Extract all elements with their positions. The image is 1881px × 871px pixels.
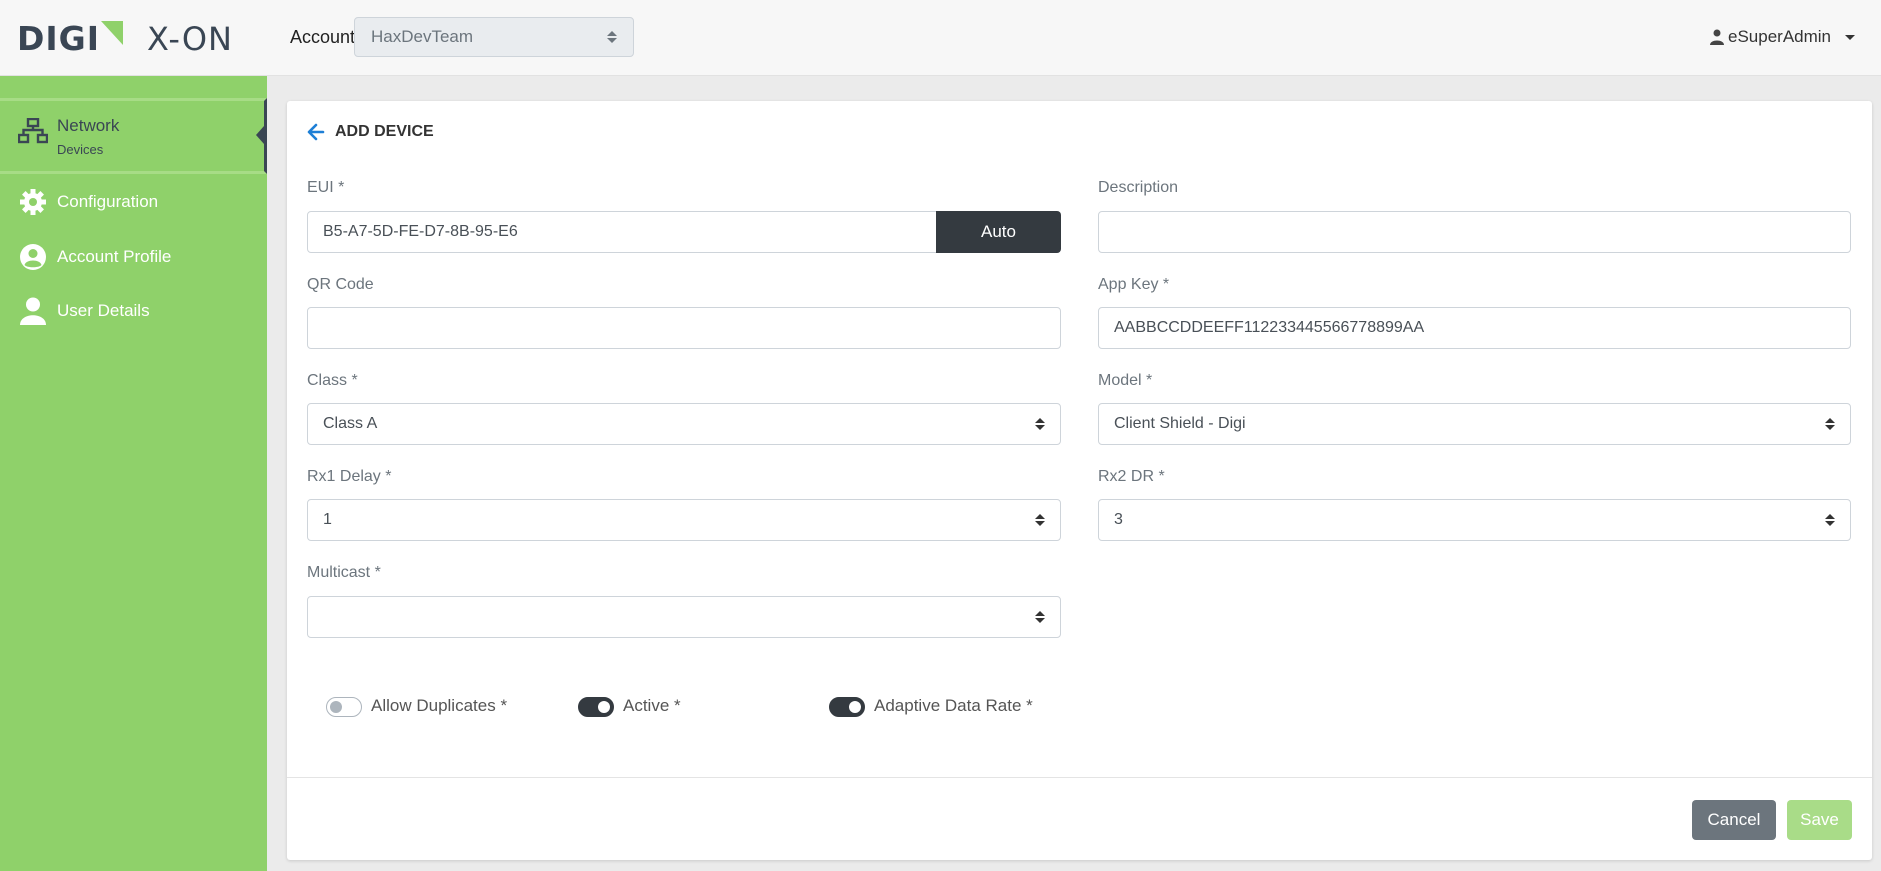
qr-code-label: QR Code [307,276,374,293]
sort-icon [1825,418,1835,430]
toggle-knob [330,701,342,713]
rx1-delay-select[interactable]: 1 [307,499,1061,541]
page-title: ADD DEVICE [307,123,434,141]
multicast-label: Multicast * [307,564,381,581]
active-label: Active * [623,696,681,715]
allow-duplicates-label: Allow Duplicates * [371,696,508,715]
app-key-field[interactable]: AABBCCDDEEFF112233445566778899AA [1098,307,1851,349]
sidebar-item-label: Account Profile [57,247,172,266]
user-icon [1710,29,1724,45]
logo-digi-text: DIGI [17,19,101,58]
class-value: Class A [323,415,378,432]
account-select-value: HaxDevTeam [371,27,474,46]
toggle-knob [849,701,861,713]
sidebar-item-label: Configuration [57,192,159,211]
description-label: Description [1098,179,1179,196]
user-icon [18,296,48,326]
model-select[interactable]: Client Shield - Digi [1098,403,1851,445]
user-menu[interactable]: eSuperAdmin [1710,27,1856,47]
model-label: Model * [1098,372,1153,389]
account-label: Account [290,27,356,47]
account-select[interactable]: HaxDevTeam [354,17,634,57]
sidebar-item-label: Network [57,116,120,135]
user-circle-icon [18,242,48,272]
sort-icon [607,31,617,43]
sort-icon [1825,514,1835,526]
rx2-dr-label: Rx2 DR * [1098,468,1165,485]
class-select[interactable]: Class A [307,403,1061,445]
adaptive-data-rate-label: Adaptive Data Rate * [874,696,1033,715]
footer-divider [287,777,1872,778]
sort-icon [1035,611,1045,623]
rx2-dr-value: 3 [1114,511,1123,528]
sort-icon [1035,418,1045,430]
eui-label: EUI * [307,179,345,196]
rx2-dr-select[interactable]: 3 [1098,499,1851,541]
active-indicator-icon [256,126,264,144]
sidebar-item-label: User Details [57,301,150,320]
user-name: eSuperAdmin [1728,27,1832,46]
save-button[interactable]: Save [1787,800,1852,840]
rx1-delay-value: 1 [323,511,332,528]
page-title-text: ADD DEVICE [335,123,434,140]
logo-xon-text: X-ON [147,20,233,58]
multicast-select[interactable] [307,596,1061,638]
gear-icon [18,187,48,217]
sidebar-item-user-details[interactable]: User Details [18,296,150,326]
eui-field[interactable]: B5-A7-5D-FE-D7-8B-95-E6 [307,211,937,253]
add-device-card: ADD DEVICE EUI * B5-A7-5D-FE-D7-8B-95-E6… [287,101,1872,860]
class-label: Class * [307,372,358,389]
qr-code-field[interactable] [307,307,1061,349]
toggle-knob [598,701,610,713]
sidebar-item-account-profile[interactable]: Account Profile [18,242,171,272]
eui-value: B5-A7-5D-FE-D7-8B-95-E6 [323,223,518,240]
logo-triangle-icon [101,21,124,45]
model-value: Client Shield - Digi [1114,415,1246,432]
app-key-value: AABBCCDDEEFF112233445566778899AA [1114,319,1425,336]
sidebar-item-configuration[interactable]: Configuration [18,187,158,217]
active-toggle[interactable] [578,697,614,717]
auto-button[interactable]: Auto [936,211,1061,253]
network-icon [18,116,48,146]
adaptive-data-rate-toggle[interactable] [829,697,865,717]
app-key-label: App Key * [1098,276,1170,293]
chevron-down-icon [1845,34,1856,40]
digi-xon-logo[interactable]: DIGI X-ON [17,19,233,58]
description-field[interactable] [1098,211,1851,253]
top-header: DIGI X-ON Account HaxDevTeam eSuperAdmin [0,0,1881,76]
sidebar-item-sublabel: Devices [57,142,104,157]
sort-icon [1035,514,1045,526]
cancel-button[interactable]: Cancel [1692,800,1776,840]
sidebar-item-network-content[interactable]: Network Devices [18,116,119,157]
arrow-left-icon[interactable] [307,123,325,141]
rx1-delay-label: Rx1 Delay * [307,468,392,485]
allow-duplicates-toggle[interactable] [326,697,362,717]
